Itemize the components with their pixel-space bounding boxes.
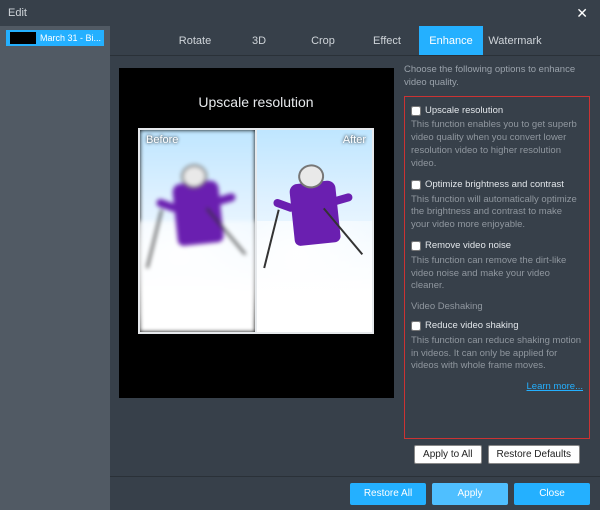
enhance-panel: Choose the following options to enhance …	[400, 56, 600, 476]
thumbnail-image	[10, 32, 36, 44]
restore-all-button[interactable]: Restore All	[350, 483, 426, 505]
tab-rotate[interactable]: Rotate	[163, 26, 227, 55]
option-noise[interactable]: Remove video noise	[411, 240, 583, 253]
compare-labels: Before After	[146, 134, 366, 146]
enhance-options-highlight: Upscale resolution This function enables…	[404, 96, 590, 439]
main-area: Rotate 3D Crop Effect Enhance Watermark …	[110, 26, 600, 510]
apply-button[interactable]: Apply	[432, 483, 508, 505]
option-noise-desc: This function can remove the dirt-like v…	[411, 255, 583, 293]
restore-defaults-button[interactable]: Restore Defaults	[488, 445, 580, 464]
clip-thumbnail[interactable]: March 31 - Bi...	[6, 30, 104, 46]
tab-3d[interactable]: 3D	[227, 26, 291, 55]
titlebar: Edit ✕	[0, 0, 600, 26]
tab-crop[interactable]: Crop	[291, 26, 355, 55]
close-icon[interactable]: ✕	[572, 5, 592, 22]
option-brightness-desc: This function will automatically optimiz…	[411, 194, 583, 232]
option-upscale-desc: This function enables you to get superb …	[411, 119, 583, 170]
checkbox-upscale[interactable]	[411, 106, 421, 116]
option-upscale-label: Upscale resolution	[425, 105, 503, 118]
checkbox-brightness[interactable]	[411, 180, 421, 190]
deshake-heading: Video Deshaking	[411, 301, 583, 314]
option-deshake-desc: This function can reduce shaking motion …	[411, 335, 583, 373]
clip-sidebar: March 31 - Bi...	[0, 26, 110, 510]
learn-more-row: Learn more...	[411, 381, 583, 394]
close-button[interactable]: Close	[514, 483, 590, 505]
learn-more-link[interactable]: Learn more...	[527, 381, 584, 392]
work-area: Upscale resolution Before After	[110, 56, 600, 476]
preview-title: Upscale resolution	[198, 94, 313, 110]
option-brightness[interactable]: Optimize brightness and contrast	[411, 179, 583, 192]
after-label: After	[343, 134, 366, 146]
before-label: Before	[146, 134, 178, 146]
tab-bar: Rotate 3D Crop Effect Enhance Watermark	[110, 26, 600, 56]
option-deshake[interactable]: Reduce video shaking	[411, 320, 583, 333]
preview-pane: Upscale resolution Before After	[110, 56, 400, 476]
clip-label: March 31 - Bi...	[40, 33, 101, 43]
window-body: March 31 - Bi... Rotate 3D Crop Effect E…	[0, 26, 600, 510]
panel-button-row: Apply to All Restore Defaults	[404, 439, 590, 470]
tab-enhance[interactable]: Enhance	[419, 26, 483, 55]
window-title: Edit	[8, 7, 27, 19]
tab-watermark[interactable]: Watermark	[483, 26, 547, 55]
option-upscale[interactable]: Upscale resolution	[411, 105, 583, 118]
enhance-intro: Choose the following options to enhance …	[404, 64, 590, 90]
checkbox-deshake[interactable]	[411, 321, 421, 331]
apply-to-all-button[interactable]: Apply to All	[414, 445, 481, 464]
after-pane	[255, 130, 372, 332]
preview-stage: Upscale resolution Before After	[119, 68, 394, 398]
edit-window: Edit ✕ March 31 - Bi... Rotate 3D Crop E…	[0, 0, 600, 510]
tab-effect[interactable]: Effect	[355, 26, 419, 55]
option-deshake-label: Reduce video shaking	[425, 320, 518, 333]
option-noise-label: Remove video noise	[425, 240, 511, 253]
before-after-compare: Before After	[138, 128, 374, 334]
footer-bar: Restore All Apply Close	[110, 476, 600, 510]
checkbox-noise[interactable]	[411, 241, 421, 251]
before-pane	[140, 130, 255, 332]
option-brightness-label: Optimize brightness and contrast	[425, 179, 564, 192]
